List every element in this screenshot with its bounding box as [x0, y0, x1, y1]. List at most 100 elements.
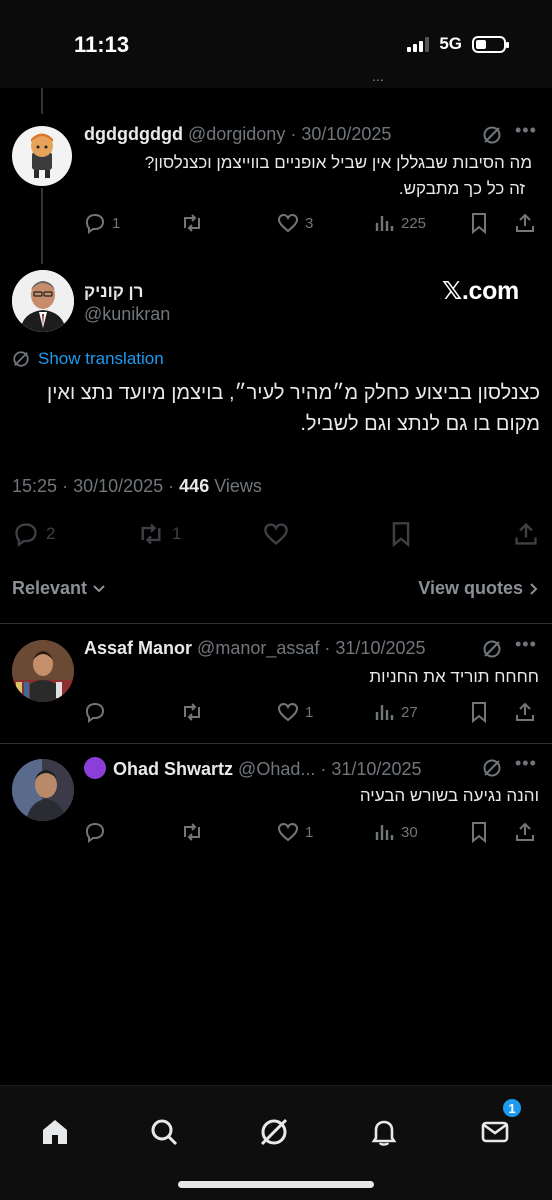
thread-line — [41, 88, 43, 114]
share-button[interactable] — [514, 821, 536, 843]
author-handle[interactable]: @kunikran — [84, 304, 170, 325]
post-meta: 15:25 · 30/10/2025 · 446 Views — [12, 476, 262, 496]
share-icon — [515, 522, 537, 545]
like-count: 1 — [305, 823, 314, 841]
author-name[interactable]: רן קוניק — [84, 282, 143, 302]
view-count: 27 — [401, 703, 418, 721]
views-button[interactable]: 27 — [373, 701, 418, 723]
reply-header: Assaf Manor @manor_assaf · 31/10/2025 — [84, 638, 426, 658]
repost-button[interactable] — [180, 701, 204, 723]
more-icon[interactable]: ••• — [515, 120, 537, 141]
author-name[interactable]: dgdgdgdgd — [84, 124, 183, 144]
home-indicator — [178, 1181, 374, 1188]
reply-text: והנה נגיעה בשורש הבעיה — [359, 786, 539, 805]
avatar[interactable] — [12, 270, 74, 332]
network-type: 5G — [439, 34, 462, 53]
reply-button[interactable] — [84, 701, 106, 723]
grok-icon[interactable] — [482, 758, 502, 783]
repost-icon — [184, 214, 200, 232]
status-indicators: 5G — [407, 34, 509, 54]
heart-icon — [277, 822, 299, 842]
heart-icon — [277, 702, 299, 722]
post-date[interactable]: 31/10/2025 — [331, 759, 421, 779]
chevron-down-icon — [93, 585, 105, 593]
share-button[interactable] — [514, 212, 536, 234]
divider — [0, 743, 552, 744]
avatar[interactable] — [12, 759, 74, 821]
like-button[interactable] — [262, 521, 290, 547]
post-date[interactable]: 30/10/2025 — [301, 124, 391, 144]
like-button[interactable]: 3 — [277, 212, 313, 234]
view-quotes-label[interactable]: View quotes — [418, 578, 523, 598]
author-handle[interactable]: @Ohad... — [238, 759, 315, 779]
grok-icon[interactable] — [482, 639, 502, 664]
share-icon — [516, 213, 534, 232]
repost-button[interactable] — [180, 821, 204, 843]
repost-icon — [184, 823, 200, 841]
share-icon — [516, 702, 534, 721]
share-button[interactable] — [514, 701, 536, 723]
bookmark-button[interactable] — [389, 521, 413, 547]
grok-icon[interactable] — [482, 125, 502, 150]
x-watermark: 𝕏.com — [442, 277, 519, 305]
repost-button[interactable] — [180, 212, 204, 234]
grok-icon[interactable] — [258, 1116, 290, 1153]
reply-button[interactable]: 2 — [12, 521, 55, 547]
show-translation-link[interactable]: Show translation — [12, 349, 164, 369]
reply-header: Ohad Shwartz @Ohad... · 31/10/2025 — [84, 757, 421, 780]
author-name[interactable]: Ohad Shwartz — [113, 759, 233, 779]
more-icon[interactable]: ••• — [515, 634, 537, 655]
more-icon[interactable]: ••• — [515, 753, 537, 774]
post-time: 15:25 — [12, 476, 58, 496]
status-time: 11:13 — [74, 32, 130, 57]
like-button[interactable]: 1 — [277, 821, 313, 843]
reply-text: חחחח תוריד את החניות — [369, 667, 539, 686]
author-handle[interactable]: @dorgidony — [188, 124, 285, 144]
views-button[interactable]: 225 — [373, 212, 426, 234]
reply-count: 2 — [46, 524, 56, 543]
bookmark-button[interactable] — [469, 821, 489, 843]
bookmark-icon — [472, 822, 486, 843]
header-ghost: ... — [0, 68, 552, 88]
bookmark-icon — [392, 522, 410, 547]
reply-button[interactable]: 1 — [84, 212, 120, 234]
show-translation-label[interactable]: Show translation — [38, 349, 164, 369]
share-button[interactable] — [513, 521, 539, 547]
view-count: 30 — [401, 823, 418, 841]
share-icon — [516, 822, 534, 841]
post-date: 30/10/2025 — [73, 476, 164, 496]
bookmark-button[interactable] — [469, 701, 489, 723]
reply-text-line2: זה כל כך מתבקש. — [398, 179, 525, 198]
post-date[interactable]: 31/10/2025 — [335, 638, 425, 658]
relevant-dropdown[interactable]: Relevant — [12, 578, 106, 598]
search-icon[interactable] — [148, 1116, 180, 1153]
grok-icon — [13, 351, 29, 367]
views-count[interactable]: 446 — [179, 476, 209, 496]
repost-count: 1 — [172, 524, 182, 543]
views-button[interactable]: 30 — [373, 821, 418, 843]
reply-icon — [85, 702, 105, 723]
reply-header: dgdgdgdgd @dorgidony · 30/10/2025 — [84, 124, 392, 144]
repost-button[interactable]: 1 — [136, 521, 181, 547]
view-quotes-link[interactable]: View quotes — [418, 578, 540, 599]
thread-line — [41, 188, 43, 264]
purple-circle-icon — [84, 757, 106, 779]
avatar[interactable] — [12, 640, 74, 702]
repost-icon — [184, 703, 200, 721]
heart-icon — [264, 523, 288, 545]
author-name[interactable]: Assaf Manor — [84, 638, 192, 658]
bookmark-button[interactable] — [469, 212, 489, 234]
notifications-icon[interactable] — [368, 1116, 400, 1153]
reply-button[interactable] — [84, 821, 106, 843]
chevron-right-icon — [530, 583, 538, 595]
views-label: Views — [214, 476, 262, 496]
home-icon[interactable] — [39, 1116, 71, 1153]
relevant-label[interactable]: Relevant — [12, 578, 87, 598]
messages-icon[interactable] — [479, 1116, 511, 1153]
views-chart-icon — [375, 825, 394, 840]
like-button[interactable]: 1 — [277, 701, 313, 723]
post-text: כצנלסון בביצוע כחלק מ״מהיר לעיר״, בויצמן… — [47, 382, 540, 435]
reply-count: 1 — [112, 214, 121, 232]
avatar[interactable] — [12, 126, 72, 186]
author-handle[interactable]: @manor_assaf — [197, 638, 319, 658]
